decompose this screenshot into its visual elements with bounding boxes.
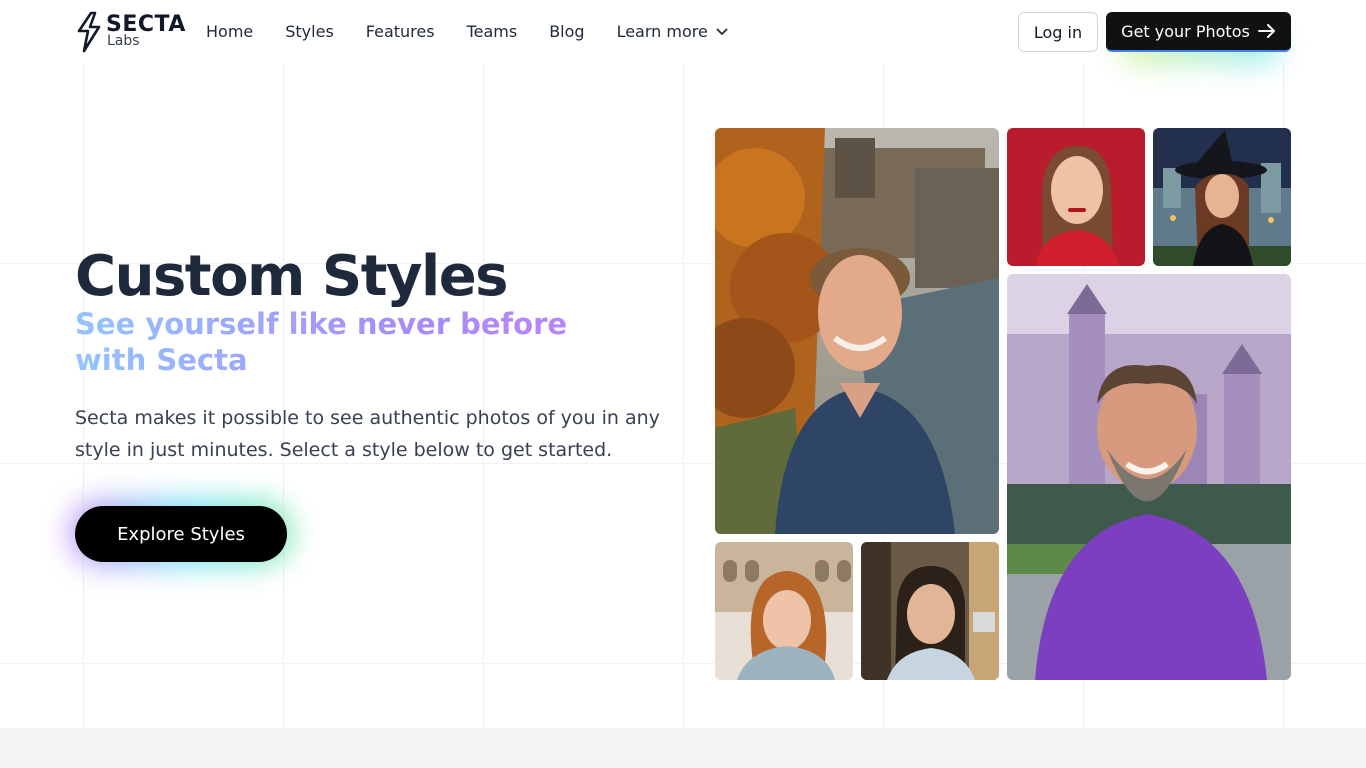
logo[interactable]: SECTA Labs <box>75 11 185 53</box>
photo-woman-colosseum[interactable] <box>715 542 853 680</box>
nav-learn-more-label: Learn more <box>616 22 708 41</box>
photo-man-blue-shirt[interactable] <box>715 128 999 534</box>
photo-man-purple-sweater[interactable] <box>1007 274 1291 680</box>
photo-woman-street[interactable] <box>861 542 999 680</box>
photo-woman-witch-castle[interactable] <box>1153 128 1291 266</box>
hero-description: Secta makes it possible to see authentic… <box>75 407 660 461</box>
nav-styles[interactable]: Styles <box>285 20 334 44</box>
get-photos-button[interactable]: Get your Photos <box>1106 12 1291 52</box>
main-nav: Home Styles Features Teams Blog Learn mo… <box>206 20 760 44</box>
nav-features[interactable]: Features <box>366 20 435 44</box>
chevron-down-icon <box>716 28 728 35</box>
nav-home[interactable]: Home <box>206 20 253 44</box>
login-button[interactable]: Log in <box>1018 12 1098 52</box>
arrow-right-icon <box>1257 24 1275 38</box>
lightning-bolt-icon <box>77 11 101 53</box>
nav-learn-more[interactable]: Learn more <box>617 20 728 44</box>
hero-title: Custom Styles <box>75 244 509 309</box>
explore-styles-button[interactable]: Explore Styles <box>75 506 287 562</box>
nav-blog[interactable]: Blog <box>549 20 584 44</box>
site-header: SECTA Labs Home Styles Features Teams Bl… <box>0 0 1366 64</box>
get-photos-label: Get your Photos <box>1121 21 1250 41</box>
next-section-band <box>0 728 1366 768</box>
photo-woman-red[interactable] <box>1007 128 1145 266</box>
hero-subtitle: See yourself like never before with Sect… <box>75 306 635 378</box>
nav-teams[interactable]: Teams <box>467 20 518 44</box>
